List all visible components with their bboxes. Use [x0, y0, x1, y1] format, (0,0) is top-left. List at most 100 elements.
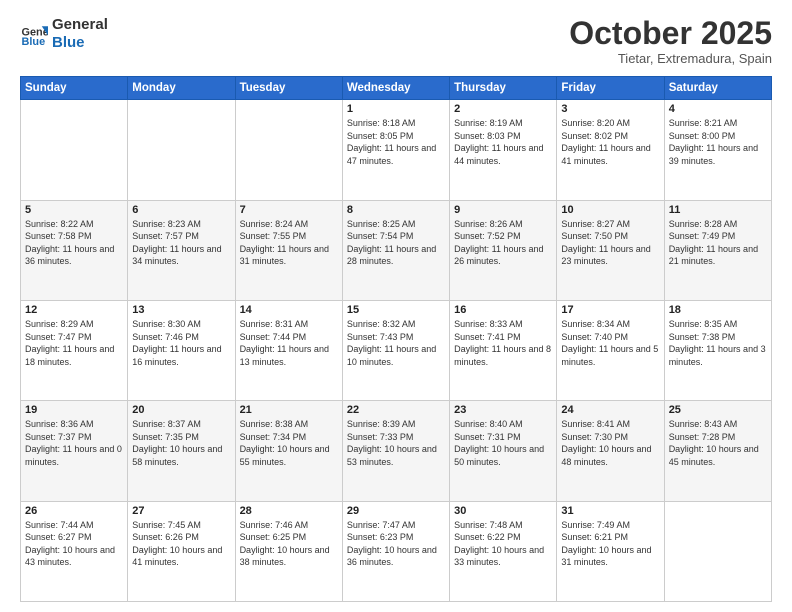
day-info: Sunrise: 8:43 AM Sunset: 7:28 PM Dayligh…: [669, 418, 767, 468]
svg-text:Blue: Blue: [22, 36, 46, 48]
calendar-cell: 22 Sunrise: 8:39 AM Sunset: 7:33 PM Dayli…: [342, 401, 449, 501]
calendar-cell: 24 Sunrise: 8:41 AM Sunset: 7:30 PM Dayli…: [557, 401, 664, 501]
day-number: 19: [25, 404, 123, 416]
day-number: 25: [669, 404, 767, 416]
calendar-cell: 9Sunrise: 8:26 AM Sunset: 7:52 PM Daylig…: [450, 200, 557, 300]
day-number: 16: [454, 304, 552, 316]
calendar-cell: [21, 100, 128, 200]
header: General Blue General Blue October 2025 T…: [20, 16, 772, 66]
calendar-cell: 25 Sunrise: 8:43 AM Sunset: 7:28 PM Dayli…: [664, 401, 771, 501]
day-number: 8: [347, 204, 445, 216]
day-number: 9: [454, 204, 552, 216]
day-number: 3: [561, 103, 659, 115]
logo-icon: General Blue: [20, 20, 48, 48]
calendar-cell: 11Sunrise: 8:28 AM Sunset: 7:49 PM Dayli…: [664, 200, 771, 300]
day-info: Sunrise: 7:45 AM Sunset: 6:26 PM Dayligh…: [132, 519, 230, 569]
day-info: Sunrise: 8:31 AM Sunset: 7:44 PM Dayligh…: [240, 318, 338, 368]
day-info: Sunrise: 8:23 AM Sunset: 7:57 PM Dayligh…: [132, 218, 230, 268]
calendar-cell: 15 Sunrise: 8:32 AM Sunset: 7:43 PM Dayli…: [342, 300, 449, 400]
calendar-cell: 5 Sunrise: 8:22 AM Sunset: 7:58 PM Daylig…: [21, 200, 128, 300]
calendar-cell: 4 Sunrise: 8:21 AM Sunset: 8:00 PM Daylig…: [664, 100, 771, 200]
day-info: Sunrise: 8:27 AM Sunset: 7:50 PM Dayligh…: [561, 218, 659, 268]
page: General Blue General Blue October 2025 T…: [0, 0, 792, 612]
day-info: Sunrise: 8:21 AM Sunset: 8:00 PM Dayligh…: [669, 117, 767, 167]
day-info: Sunrise: 8:37 AM Sunset: 7:35 PM Dayligh…: [132, 418, 230, 468]
day-number: 13: [132, 304, 230, 316]
calendar-cell: 16 Sunrise: 8:33 AM Sunset: 7:41 PM Dayli…: [450, 300, 557, 400]
day-number: 10: [561, 204, 659, 216]
logo-blue: Blue: [52, 34, 108, 52]
title-block: October 2025 Tietar, Extremadura, Spain: [569, 16, 772, 66]
day-number: 27: [132, 505, 230, 517]
day-info: Sunrise: 8:30 AM Sunset: 7:46 PM Dayligh…: [132, 318, 230, 368]
day-info: Sunrise: 7:48 AM Sunset: 6:22 PM Dayligh…: [454, 519, 552, 569]
day-number: 1: [347, 103, 445, 115]
weekday-header-saturday: Saturday: [664, 77, 771, 100]
calendar-cell: 3Sunrise: 8:20 AM Sunset: 8:02 PM Daylig…: [557, 100, 664, 200]
day-info: Sunrise: 8:33 AM Sunset: 7:41 PM Dayligh…: [454, 318, 552, 368]
calendar-cell: 30 Sunrise: 7:48 AM Sunset: 6:22 PM Dayli…: [450, 501, 557, 601]
calendar-cell: [235, 100, 342, 200]
weekday-header-thursday: Thursday: [450, 77, 557, 100]
day-info: Sunrise: 8:41 AM Sunset: 7:30 PM Dayligh…: [561, 418, 659, 468]
day-info: Sunrise: 8:32 AM Sunset: 7:43 PM Dayligh…: [347, 318, 445, 368]
day-number: 2: [454, 103, 552, 115]
day-number: 26: [25, 505, 123, 517]
calendar-cell: 6Sunrise: 8:23 AM Sunset: 7:57 PM Daylig…: [128, 200, 235, 300]
day-info: Sunrise: 7:47 AM Sunset: 6:23 PM Dayligh…: [347, 519, 445, 569]
day-info: Sunrise: 8:36 AM Sunset: 7:37 PM Dayligh…: [25, 418, 123, 468]
calendar-cell: 19 Sunrise: 8:36 AM Sunset: 7:37 PM Dayli…: [21, 401, 128, 501]
calendar-cell: [128, 100, 235, 200]
day-info: Sunrise: 8:25 AM Sunset: 7:54 PM Dayligh…: [347, 218, 445, 268]
day-info: Sunrise: 8:35 AM Sunset: 7:38 PM Dayligh…: [669, 318, 767, 368]
day-number: 29: [347, 505, 445, 517]
calendar-cell: 1Sunrise: 8:18 AM Sunset: 8:05 PM Daylig…: [342, 100, 449, 200]
calendar-cell: 13 Sunrise: 8:30 AM Sunset: 7:46 PM Dayli…: [128, 300, 235, 400]
weekday-header-sunday: Sunday: [21, 77, 128, 100]
week-row-5: 26 Sunrise: 7:44 AM Sunset: 6:27 PM Dayli…: [21, 501, 772, 601]
day-number: 12: [25, 304, 123, 316]
calendar-cell: 12Sunrise: 8:29 AM Sunset: 7:47 PM Dayli…: [21, 300, 128, 400]
week-row-2: 5 Sunrise: 8:22 AM Sunset: 7:58 PM Daylig…: [21, 200, 772, 300]
calendar-cell: 21Sunrise: 8:38 AM Sunset: 7:34 PM Dayli…: [235, 401, 342, 501]
calendar-cell: 26 Sunrise: 7:44 AM Sunset: 6:27 PM Dayli…: [21, 501, 128, 601]
day-info: Sunrise: 7:44 AM Sunset: 6:27 PM Dayligh…: [25, 519, 123, 569]
location: Tietar, Extremadura, Spain: [569, 51, 772, 66]
day-number: 20: [132, 404, 230, 416]
day-number: 15: [347, 304, 445, 316]
calendar-cell: [664, 501, 771, 601]
day-number: 24: [561, 404, 659, 416]
calendar-cell: 7 Sunrise: 8:24 AM Sunset: 7:55 PM Daylig…: [235, 200, 342, 300]
day-number: 4: [669, 103, 767, 115]
weekday-header-monday: Monday: [128, 77, 235, 100]
weekday-header-row: SundayMondayTuesdayWednesdayThursdayFrid…: [21, 77, 772, 100]
logo: General Blue General Blue: [20, 16, 108, 52]
day-info: Sunrise: 8:24 AM Sunset: 7:55 PM Dayligh…: [240, 218, 338, 268]
month-title: October 2025: [569, 16, 772, 51]
week-row-4: 19 Sunrise: 8:36 AM Sunset: 7:37 PM Dayli…: [21, 401, 772, 501]
calendar-cell: 29 Sunrise: 7:47 AM Sunset: 6:23 PM Dayli…: [342, 501, 449, 601]
day-info: Sunrise: 8:28 AM Sunset: 7:49 PM Dayligh…: [669, 218, 767, 268]
calendar-table: SundayMondayTuesdayWednesdayThursdayFrid…: [20, 76, 772, 602]
day-number: 17: [561, 304, 659, 316]
day-info: Sunrise: 8:34 AM Sunset: 7:40 PM Dayligh…: [561, 318, 659, 368]
calendar-cell: 10 Sunrise: 8:27 AM Sunset: 7:50 PM Dayli…: [557, 200, 664, 300]
day-info: Sunrise: 7:49 AM Sunset: 6:21 PM Dayligh…: [561, 519, 659, 569]
calendar-cell: 27 Sunrise: 7:45 AM Sunset: 6:26 PM Dayli…: [128, 501, 235, 601]
day-number: 7: [240, 204, 338, 216]
day-info: Sunrise: 8:22 AM Sunset: 7:58 PM Dayligh…: [25, 218, 123, 268]
day-number: 30: [454, 505, 552, 517]
weekday-header-friday: Friday: [557, 77, 664, 100]
day-info: Sunrise: 7:46 AM Sunset: 6:25 PM Dayligh…: [240, 519, 338, 569]
day-info: Sunrise: 8:38 AM Sunset: 7:34 PM Dayligh…: [240, 418, 338, 468]
weekday-header-tuesday: Tuesday: [235, 77, 342, 100]
calendar-cell: 28Sunrise: 7:46 AM Sunset: 6:25 PM Dayli…: [235, 501, 342, 601]
calendar-cell: 23Sunrise: 8:40 AM Sunset: 7:31 PM Dayli…: [450, 401, 557, 501]
day-number: 5: [25, 204, 123, 216]
day-info: Sunrise: 8:40 AM Sunset: 7:31 PM Dayligh…: [454, 418, 552, 468]
calendar-cell: 8 Sunrise: 8:25 AM Sunset: 7:54 PM Daylig…: [342, 200, 449, 300]
day-info: Sunrise: 8:39 AM Sunset: 7:33 PM Dayligh…: [347, 418, 445, 468]
day-number: 31: [561, 505, 659, 517]
day-number: 22: [347, 404, 445, 416]
calendar-cell: 17 Sunrise: 8:34 AM Sunset: 7:40 PM Dayli…: [557, 300, 664, 400]
